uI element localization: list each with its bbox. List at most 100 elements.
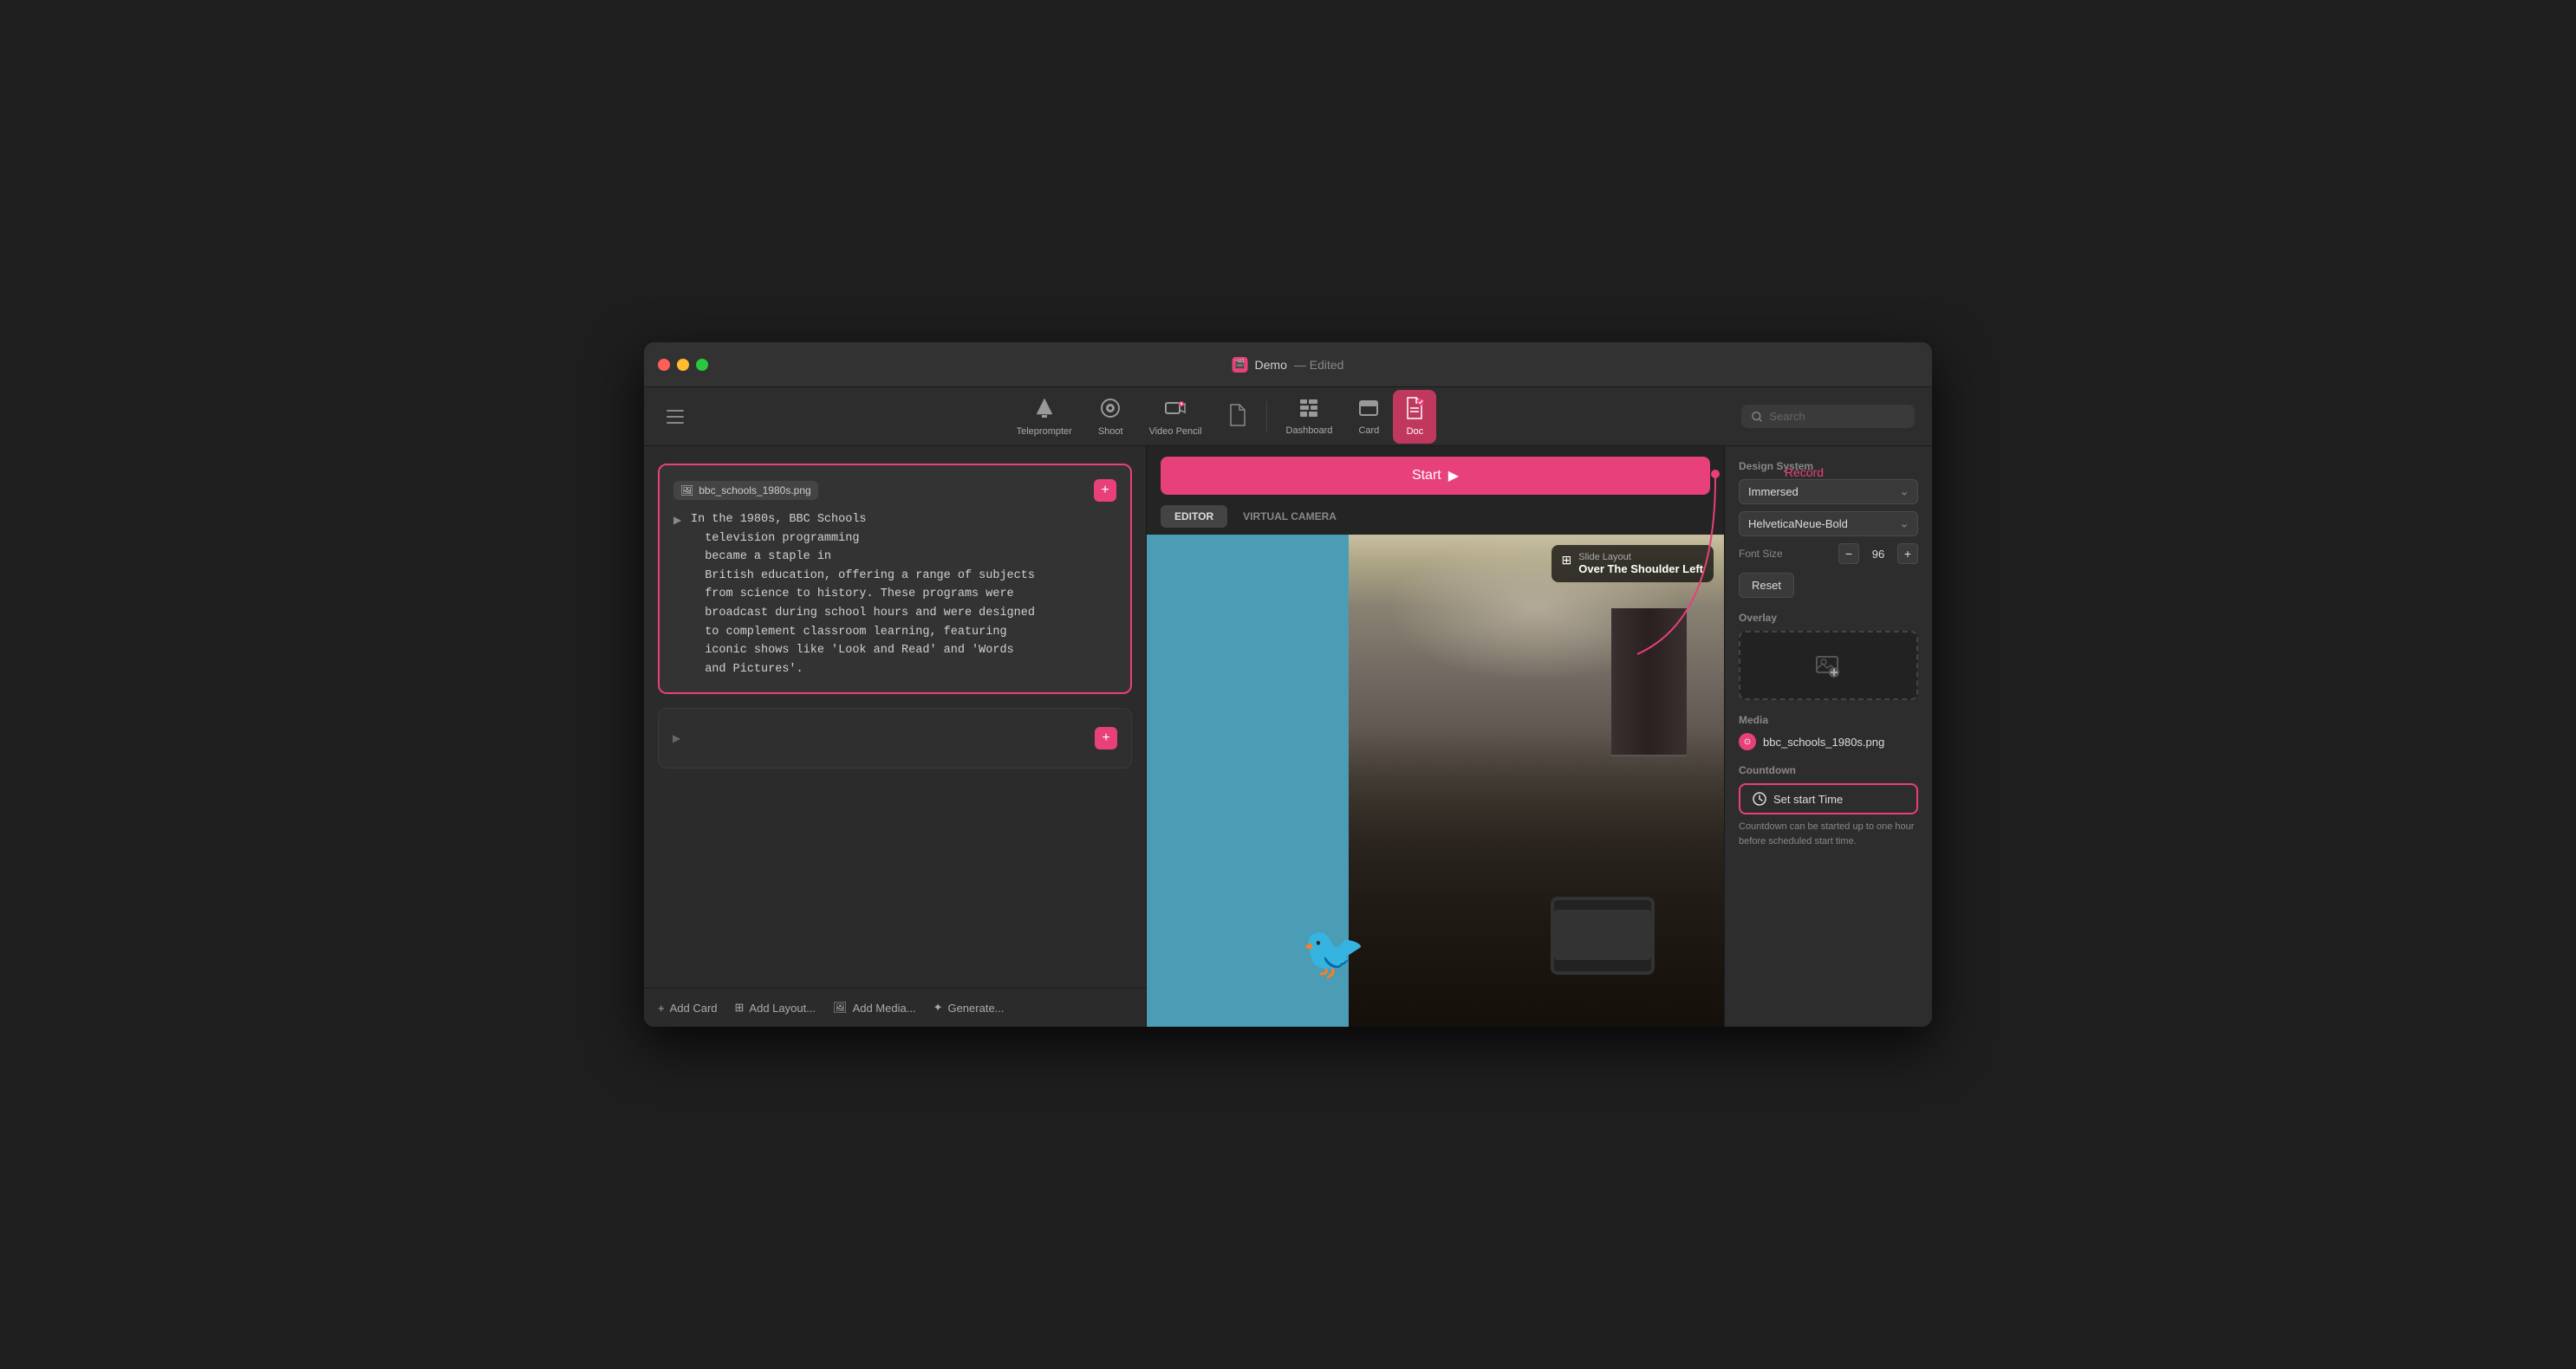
toolbar-divider bbox=[1266, 401, 1267, 432]
card-icon bbox=[1358, 398, 1379, 422]
media-icon-circle: ⊙ bbox=[1739, 733, 1756, 750]
toolbar-video-pencil[interactable]: Video Pencil bbox=[1137, 390, 1214, 444]
cards-area: 🖼 bbc_schools_1980s.png + ▶ In the 1980s… bbox=[644, 446, 1146, 988]
search-bar[interactable] bbox=[1741, 405, 1915, 428]
layout-icon: ⊞ bbox=[1562, 553, 1572, 568]
overlay-section: Overlay bbox=[1739, 612, 1918, 700]
design-system-select[interactable]: Immersed bbox=[1739, 479, 1918, 504]
media-label: Media bbox=[1739, 714, 1918, 726]
video-pencil-label: Video Pencil bbox=[1149, 426, 1202, 437]
toolbar-card[interactable]: Card bbox=[1346, 391, 1391, 443]
students-silhouette bbox=[1349, 731, 1724, 1027]
center-toolbar: Start ▶ bbox=[1147, 446, 1724, 505]
toolbar-doc[interactable]: Doc bbox=[1393, 390, 1436, 444]
tab-editor[interactable]: EDITOR bbox=[1161, 505, 1227, 528]
toolbar-teleprompter[interactable]: Teleprompter bbox=[1005, 390, 1084, 444]
set-start-time-button[interactable]: Set start Time bbox=[1739, 783, 1918, 814]
clock-icon bbox=[1753, 792, 1766, 806]
sidebar-toggle-button[interactable] bbox=[661, 403, 689, 431]
window-title: Demo bbox=[1255, 358, 1287, 372]
design-system-label: Design System bbox=[1739, 460, 1918, 472]
card-1-media-badge: 🖼 bbc_schools_1980s.png bbox=[673, 481, 818, 500]
overlay-drop-area[interactable] bbox=[1739, 631, 1918, 700]
right-panel: Design System Immersed HelveticaNeue-Bol… bbox=[1724, 446, 1932, 1027]
design-system-select-wrapper: Immersed bbox=[1739, 479, 1918, 504]
card-2-add-button[interactable]: + bbox=[1095, 727, 1117, 749]
generate-button[interactable]: ✦ Generate... bbox=[933, 1001, 1005, 1015]
media-row: ⊙ bbc_schools_1980s.png bbox=[1739, 733, 1918, 750]
font-size-increase-button[interactable]: + bbox=[1897, 543, 1918, 564]
toolbar-group: Teleprompter Shoot bbox=[703, 390, 1738, 444]
start-button[interactable]: Start ▶ bbox=[1161, 457, 1710, 495]
doc-icon bbox=[1405, 397, 1424, 423]
tab-editor-label: EDITOR bbox=[1174, 510, 1213, 522]
slide-left-bg: 🐦 bbox=[1147, 535, 1349, 1027]
add-media-icon: 🖼 bbox=[833, 1001, 848, 1015]
font-select[interactable]: HelveticaNeue-Bold Helvetica Arial bbox=[1739, 511, 1918, 536]
classroom-image bbox=[1349, 535, 1724, 1027]
add-card-icon: + bbox=[658, 1002, 665, 1015]
add-card-label: Add Card bbox=[670, 1002, 718, 1015]
slide-right-content: ⊞ Slide Layout Over The Shoulder Left bbox=[1349, 535, 1724, 1027]
reset-label: Reset bbox=[1752, 579, 1781, 592]
doc-label: Doc bbox=[1407, 426, 1424, 437]
media-filename: bbc_schools_1980s.png bbox=[1763, 736, 1884, 749]
font-size-row: Font Size − 96 + bbox=[1739, 543, 1918, 564]
card-1-add-button[interactable]: + bbox=[1094, 479, 1116, 502]
card-1-text: In the 1980s, BBC Schools television pro… bbox=[691, 510, 1116, 678]
font-size-decrease-button[interactable]: − bbox=[1838, 543, 1859, 564]
font-size-value: 96 bbox=[1866, 548, 1890, 561]
main-content: 🖼 bbc_schools_1980s.png + ▶ In the 1980s… bbox=[644, 446, 1932, 1027]
toolbar-dashboard[interactable]: Dashboard bbox=[1274, 391, 1345, 443]
countdown-hint: Countdown can be started up to one hour … bbox=[1739, 820, 1918, 848]
layout-info: Slide Layout Over The Shoulder Left bbox=[1578, 552, 1703, 575]
toolbar-shoot[interactable]: Shoot bbox=[1086, 390, 1135, 444]
search-input[interactable] bbox=[1769, 410, 1904, 423]
dashboard-icon bbox=[1298, 398, 1319, 422]
image-icon: 🖼 bbox=[680, 484, 693, 496]
countdown-label: Countdown bbox=[1739, 764, 1918, 776]
font-size-label: Font Size bbox=[1739, 548, 1831, 560]
preview-area: 🐦 bbox=[1147, 535, 1724, 1027]
minimize-button[interactable] bbox=[677, 359, 689, 371]
video-pencil-icon bbox=[1164, 397, 1187, 423]
maximize-button[interactable] bbox=[696, 359, 708, 371]
slide-layout-name: Over The Shoulder Left bbox=[1578, 562, 1703, 575]
add-layout-label: Add Layout... bbox=[749, 1002, 816, 1015]
card-1-media-name: bbc_schools_1980s.png bbox=[699, 484, 810, 496]
countdown-section: Countdown Set start Time Countdown can b… bbox=[1739, 764, 1918, 848]
editor-tabs: EDITOR VIRTUAL CAMERA bbox=[1147, 505, 1724, 535]
close-button[interactable] bbox=[658, 359, 670, 371]
shoot-icon bbox=[1099, 397, 1122, 423]
app-window: 🎬 Demo — Edited Tele bbox=[644, 342, 1932, 1027]
bookshelf bbox=[1611, 608, 1687, 756]
tab-virtual-camera-label: VIRTUAL CAMERA bbox=[1243, 510, 1337, 522]
set-start-time-label: Set start Time bbox=[1773, 793, 1843, 806]
app-icon: 🎬 bbox=[1233, 357, 1248, 373]
card-1[interactable]: 🖼 bbc_schools_1980s.png + ▶ In the 1980s… bbox=[658, 464, 1132, 694]
add-card-button[interactable]: + Add Card bbox=[658, 1002, 718, 1015]
bird-silhouette: 🐦 bbox=[1301, 922, 1366, 983]
overlay-label: Overlay bbox=[1739, 612, 1918, 624]
window-subtitle: — Edited bbox=[1294, 358, 1344, 372]
toolbar: Teleprompter Shoot bbox=[644, 387, 1932, 446]
card-2-play-icon: ▶ bbox=[673, 732, 680, 744]
reset-button[interactable]: Reset bbox=[1739, 573, 1794, 598]
design-system-section: Design System Immersed HelveticaNeue-Bol… bbox=[1739, 460, 1918, 598]
tab-virtual-camera[interactable]: VIRTUAL CAMERA bbox=[1229, 505, 1350, 528]
start-play-icon: ▶ bbox=[1448, 467, 1459, 484]
center-panel: Start ▶ Record EDITOR VIRTUAL CAM bbox=[1147, 446, 1724, 1027]
card-2[interactable]: ▶ + bbox=[658, 708, 1132, 769]
slide-layout-label: Slide Layout bbox=[1578, 552, 1703, 562]
add-media-button[interactable]: 🖼 Add Media... bbox=[833, 1001, 916, 1015]
media-section: Media ⊙ bbc_schools_1980s.png bbox=[1739, 714, 1918, 750]
dashboard-label: Dashboard bbox=[1286, 425, 1333, 436]
shoot-label: Shoot bbox=[1098, 426, 1123, 437]
start-label: Start bbox=[1412, 468, 1441, 483]
add-layout-button[interactable]: ⊞ Add Layout... bbox=[735, 1001, 816, 1015]
toolbar-file[interactable] bbox=[1216, 397, 1259, 437]
card-1-header: 🖼 bbc_schools_1980s.png + bbox=[673, 479, 1116, 502]
teleprompter-label: Teleprompter bbox=[1017, 426, 1072, 437]
font-select-wrapper: HelveticaNeue-Bold Helvetica Arial bbox=[1739, 511, 1918, 536]
card-label: Card bbox=[1358, 425, 1379, 436]
